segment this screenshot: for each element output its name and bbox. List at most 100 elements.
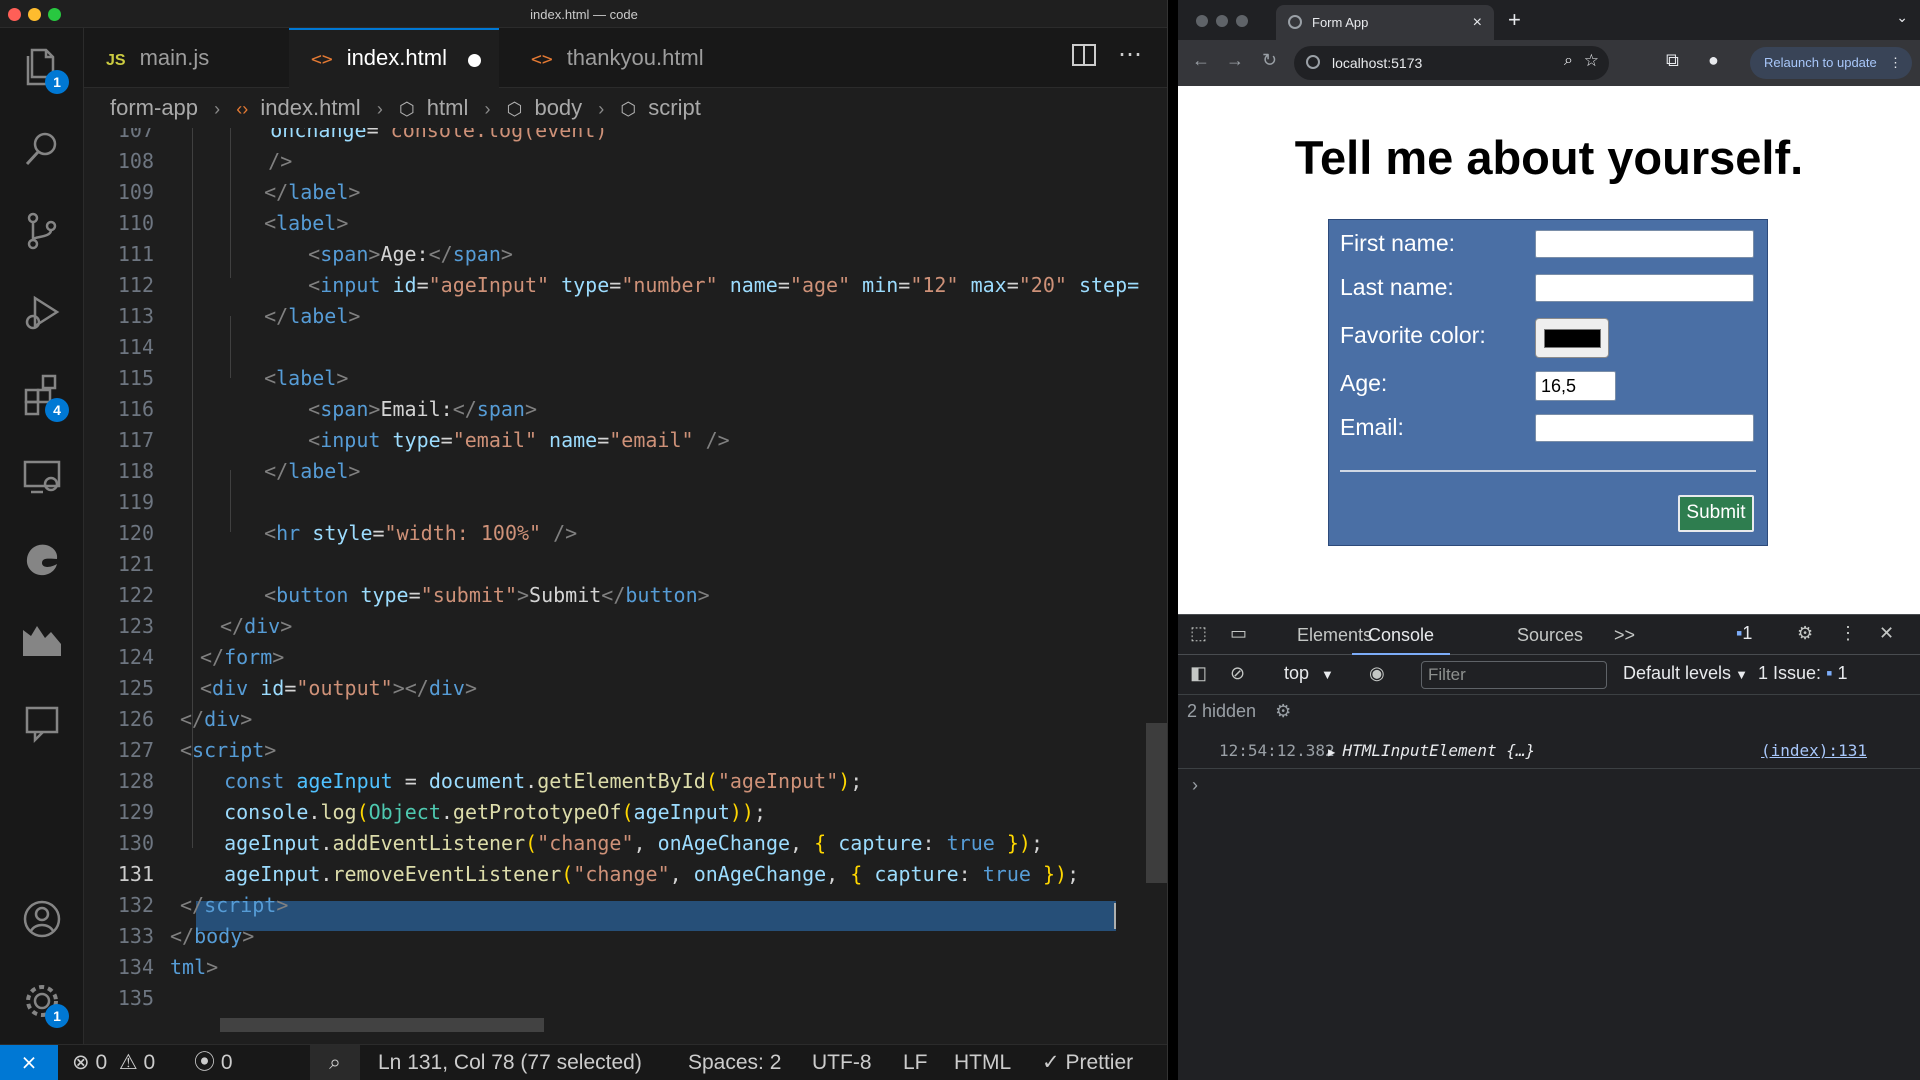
code-line[interactable]: <input type="email" name="email" />: [260, 425, 730, 456]
tab-console[interactable]: Console: [1352, 615, 1451, 655]
close-tab-icon[interactable]: ×: [1473, 5, 1482, 40]
back-arrow-icon[interactable]: ←: [1192, 50, 1210, 71]
breadcrumb-folder[interactable]: form-app: [110, 88, 198, 128]
code-line[interactable]: <span>Age:</span>: [260, 239, 513, 270]
breadcrumb-html[interactable]: html: [427, 88, 469, 128]
remote-explorer-icon[interactable]: [17, 452, 67, 502]
site-info-icon[interactable]: [1306, 55, 1320, 69]
minimize-window-button[interactable]: [1216, 15, 1228, 27]
code-line[interactable]: </label>: [240, 301, 360, 332]
close-window-button[interactable]: [1196, 15, 1208, 27]
code-line[interactable]: ageInput.removeEventListener("change", o…: [200, 859, 1079, 890]
code-line[interactable]: tml>: [170, 952, 218, 983]
split-editor-icon[interactable]: [1072, 44, 1096, 66]
code-line[interactable]: </script>: [180, 890, 288, 921]
log-object[interactable]: HTMLInputElement {…}: [1342, 741, 1535, 760]
code-line[interactable]: </label>: [240, 177, 360, 208]
issues-counter[interactable]: 1 Issue: ▪ 1: [1758, 663, 1847, 684]
unsaved-dot-icon[interactable]: [468, 54, 481, 67]
clear-console-icon[interactable]: ⊘: [1230, 663, 1245, 684]
context-selector[interactable]: top ▼: [1284, 663, 1334, 684]
email-input[interactable]: [1535, 414, 1754, 442]
explorer-icon[interactable]: 1: [17, 42, 69, 94]
breadcrumb-file[interactable]: index.html: [260, 88, 360, 128]
bookmark-star-icon[interactable]: ☆: [1584, 51, 1599, 71]
last-name-input[interactable]: [1535, 274, 1754, 302]
zoom-icon[interactable]: ⌕: [1564, 52, 1573, 70]
submit-button[interactable]: Submit: [1678, 495, 1754, 532]
code-line[interactable]: const ageInput = document.getElementById…: [200, 766, 862, 797]
profile-icon[interactable]: ●: [1708, 50, 1719, 71]
reload-icon[interactable]: ↻: [1262, 50, 1277, 71]
code-editor[interactable]: 107 108 109 110 111 112 113 114 115 116 …: [84, 128, 1167, 1040]
expand-triangle-icon[interactable]: ▶: [1328, 745, 1342, 759]
code-line[interactable]: <button type="submit">Submit</button>: [240, 580, 710, 611]
chat-icon[interactable]: [17, 698, 67, 748]
color-picker[interactable]: [1535, 318, 1609, 358]
forward-arrow-icon[interactable]: →: [1226, 50, 1244, 71]
tab-search-chevron-icon[interactable]: ⌄: [1896, 9, 1908, 26]
url-text[interactable]: localhost:5173: [1332, 46, 1422, 80]
remote-indicator-icon[interactable]: ⨯: [0, 1045, 58, 1080]
tab-main-js[interactable]: JS main.js: [84, 28, 254, 88]
address-bar[interactable]: localhost:5173 ⌕ ☆: [1294, 46, 1609, 80]
more-actions-icon[interactable]: ⋯: [1118, 40, 1142, 69]
devtools-more-icon[interactable]: ⋮: [1839, 623, 1857, 644]
eol-status[interactable]: LF: [903, 1045, 928, 1080]
relaunch-button[interactable]: Relaunch to update ⋮: [1750, 47, 1912, 79]
log-source-link[interactable]: (index):131: [1761, 741, 1867, 760]
devtools-settings-gear-icon[interactable]: ⚙: [1797, 623, 1813, 644]
docker-icon[interactable]: [17, 616, 67, 666]
code-line[interactable]: <label>: [240, 208, 348, 239]
extensions-puzzle-icon[interactable]: ⧉: [1666, 50, 1679, 71]
first-name-input[interactable]: [1535, 230, 1754, 258]
code-line[interactable]: <div id="output"></div>: [200, 673, 477, 704]
extensions-icon[interactable]: 4: [17, 370, 69, 422]
code-line[interactable]: </label>: [240, 456, 360, 487]
device-toolbar-icon[interactable]: ▭: [1230, 623, 1247, 644]
edge-devtools-icon[interactable]: [17, 534, 67, 584]
horizontal-scrollbar[interactable]: [220, 1018, 544, 1032]
console-settings-gear-icon[interactable]: ⚙: [1275, 701, 1291, 721]
code-line[interactable]: ageInput.addEventListener("change", onAg…: [200, 828, 1043, 859]
ports-status[interactable]: ⦿ 0: [194, 1045, 233, 1080]
code-line[interactable]: <label>: [240, 363, 348, 394]
age-input[interactable]: 16,5: [1535, 371, 1616, 401]
tab-sources[interactable]: Sources: [1517, 615, 1583, 655]
code-line[interactable]: <hr style="width: 100%" />: [240, 518, 577, 549]
log-levels-dropdown[interactable]: Default levels ▼: [1623, 663, 1748, 684]
code-line[interactable]: <script>: [180, 735, 276, 766]
issues-badge[interactable]: ▪1: [1736, 623, 1752, 644]
kebab-menu-icon[interactable]: ⋮: [1889, 47, 1902, 79]
maximize-window-button[interactable]: [1236, 15, 1248, 27]
code-line[interactable]: </div>: [220, 611, 292, 642]
code-line[interactable]: console.log(Object.getPrototypeOf(ageInp…: [200, 797, 766, 828]
tab-thankyou-html[interactable]: <> thankyou.html: [509, 28, 719, 88]
more-tabs-icon[interactable]: >>: [1614, 615, 1635, 655]
browser-tab[interactable]: Form App ×: [1276, 5, 1494, 40]
log-message[interactable]: ▶ HTMLInputElement {…}: [1328, 741, 1535, 760]
problems-status[interactable]: ⊗ 0 ⚠ 0: [72, 1045, 155, 1080]
close-devtools-icon[interactable]: ✕: [1879, 623, 1894, 644]
breadcrumb-body[interactable]: body: [534, 88, 582, 128]
inspect-element-icon[interactable]: ⬚: [1190, 623, 1207, 644]
breadcrumb-script[interactable]: script: [648, 88, 701, 128]
language-mode[interactable]: HTML: [954, 1045, 1011, 1080]
zoom-icon[interactable]: ⌕: [310, 1045, 360, 1080]
console-prompt-icon[interactable]: ›: [1192, 775, 1198, 796]
formatter-status[interactable]: ✓ Prettier: [1042, 1045, 1133, 1080]
console-filter-input[interactable]: Filter: [1421, 661, 1607, 689]
run-debug-icon[interactable]: [17, 288, 67, 338]
code-line[interactable]: <input id="ageInput" type="number" name=…: [260, 270, 1139, 301]
code-line[interactable]: <span>Email:</span>: [260, 394, 537, 425]
sidebar-toggle-icon[interactable]: ◧: [1190, 663, 1207, 684]
accounts-icon[interactable]: [17, 894, 67, 944]
tab-index-html[interactable]: <> index.html: [289, 28, 499, 88]
code-line[interactable]: </body>: [170, 921, 254, 952]
code-line[interactable]: </div>: [180, 704, 252, 735]
settings-gear-icon[interactable]: 1: [17, 976, 69, 1028]
code-line[interactable]: />: [220, 146, 292, 177]
eye-icon[interactable]: ◉: [1369, 663, 1385, 684]
code-line[interactable]: onchange="console.log(event)": [198, 128, 619, 146]
source-control-icon[interactable]: [17, 206, 67, 256]
